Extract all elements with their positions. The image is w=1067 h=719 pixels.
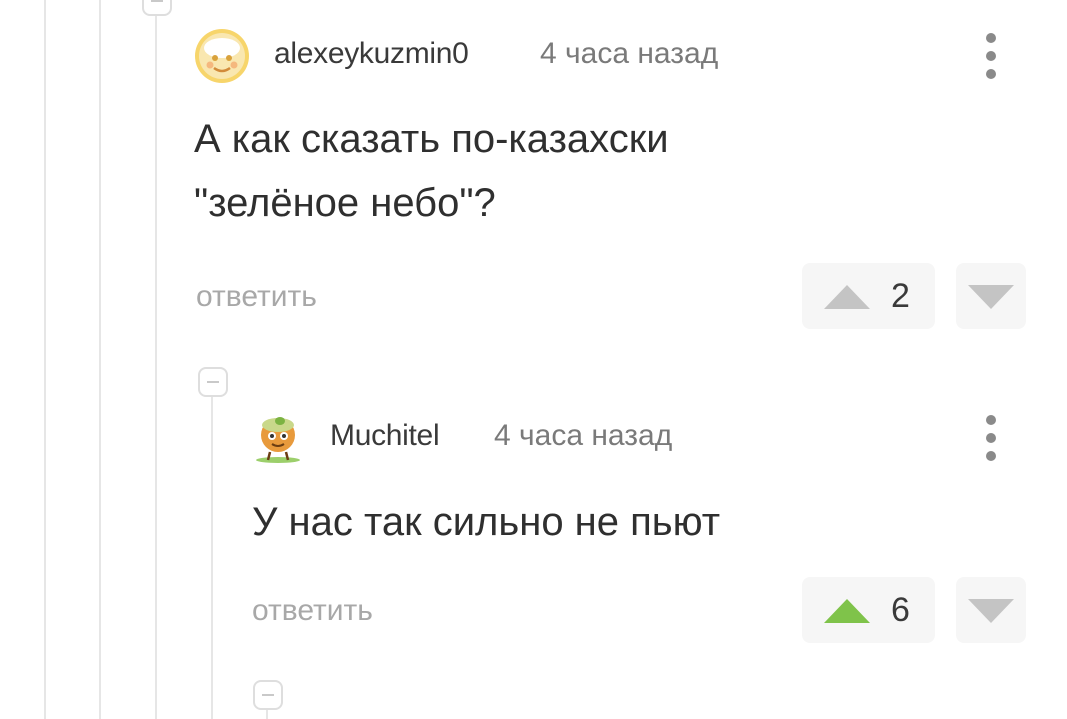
comment-thread: alexeykuzmin0 4 часа назад А как сказать… [0,0,1067,719]
thread-line [44,0,46,719]
comment-username[interactable]: alexeykuzmin0 [274,37,469,71]
thread-line[interactable] [211,396,213,719]
rating-count: 2 [891,277,910,315]
upvote-button[interactable]: 2 [802,263,935,329]
reply-button[interactable]: ответить [196,280,317,314]
cartoon-character-avatar-icon [256,417,300,463]
cartoon-face-avatar-icon [195,29,249,83]
collapse-thread-button[interactable] [198,367,228,397]
rating-count: 6 [891,591,910,629]
user-avatar[interactable] [194,28,250,84]
comment-username[interactable]: Muchitel [330,419,440,453]
upvote-arrow-icon [824,599,870,623]
collapse-thread-button[interactable] [142,0,172,16]
comment-text-line: А как сказать по-казахски [194,117,669,161]
thread-line[interactable] [155,0,157,719]
downvote-arrow-icon [968,599,1014,623]
comment-text-line: У нас так сильно не пьют [252,500,721,544]
upvote-button[interactable]: 6 [802,577,935,643]
downvote-arrow-icon [968,285,1014,309]
comment-timestamp: 4 часа назад [494,419,673,452]
thread-line [99,0,101,719]
reply-button[interactable]: ответить [252,594,373,628]
user-avatar[interactable] [250,408,306,464]
collapse-thread-button[interactable] [253,680,283,710]
comment-timestamp: 4 часа назад [540,37,719,70]
downvote-button[interactable] [956,263,1026,329]
more-options-icon[interactable] [979,412,1003,464]
comment-text-line: "зелёное небо"? [194,181,496,225]
upvote-arrow-icon [824,285,870,309]
more-options-icon[interactable] [979,30,1003,82]
downvote-button[interactable] [956,577,1026,643]
